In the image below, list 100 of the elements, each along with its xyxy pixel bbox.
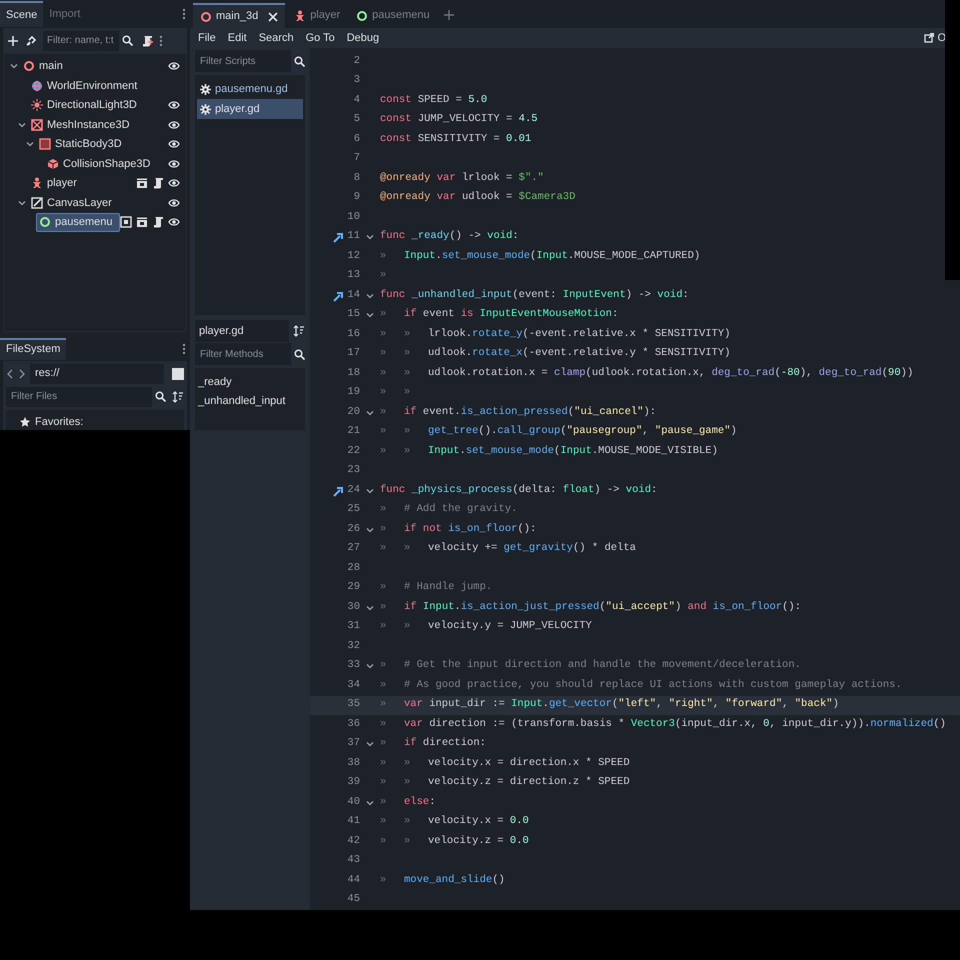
- code-line: # Add the gravity.: [404, 502, 518, 518]
- eye-icon[interactable]: [168, 196, 180, 209]
- eye-icon[interactable]: [168, 216, 180, 228]
- method-item[interactable]: _ready: [198, 374, 302, 390]
- script-item[interactable]: pausemenu.gd: [197, 79, 303, 99]
- filter-field[interactable]: Filter Scripts: [195, 50, 291, 72]
- code-line: velocity.x = direction.x * SPEED: [428, 756, 630, 771]
- tree-item[interactable]: MeshInstance3D: [28, 115, 137, 134]
- eye-icon[interactable]: [168, 138, 180, 150]
- code-line: func _ready() -> void:: [380, 229, 519, 244]
- chevron-down-icon[interactable]: [366, 662, 374, 670]
- line-number: 41: [346, 814, 360, 830]
- override-arrow-icon[interactable]: [332, 484, 344, 497]
- line-number: 2: [352, 54, 360, 69]
- code-line: # Handle jump.: [404, 580, 492, 596]
- chevron-down-icon[interactable]: [10, 62, 18, 70]
- editor-tab[interactable]: pausemenu: [349, 3, 437, 28]
- line-number: 38: [346, 756, 360, 771]
- line-number: 17: [346, 346, 360, 362]
- eye-icon[interactable]: [168, 99, 180, 112]
- tab-marker: »: [404, 620, 410, 632]
- chevron-down-icon[interactable]: [18, 120, 26, 129]
- tab-marker: »: [404, 366, 410, 379]
- line-number: 7: [352, 151, 360, 166]
- tree-item[interactable]: DirectionalLight3D: [28, 96, 144, 115]
- chevron-down-icon[interactable]: [366, 604, 374, 612]
- tab-marker: »: [380, 425, 386, 438]
- tab-marker: »: [380, 503, 386, 516]
- back-icon: [6, 368, 14, 378]
- tab-marker: »: [380, 522, 386, 535]
- menu-item[interactable]: Search: [258, 30, 294, 46]
- tab-marker: »: [380, 581, 386, 594]
- square-icon: [172, 368, 184, 380]
- chevron-down-icon[interactable]: [366, 798, 374, 807]
- chevron-down-icon[interactable]: [366, 740, 374, 748]
- tree-item[interactable]: CollisionShape3D: [44, 154, 158, 174]
- code-line: if event is InputEventMouseMotion:: [404, 307, 618, 322]
- code-line: if not is_on_floor():: [404, 522, 536, 537]
- path-field[interactable]: res://: [30, 364, 164, 384]
- code-line: velocity.z = direction.z * SPEED: [428, 775, 630, 790]
- line-number: 16: [346, 326, 360, 342]
- dock-tab[interactable]: Scene: [0, 0, 44, 27]
- chevron-down-icon[interactable]: [366, 311, 374, 320]
- tree-item[interactable]: WorldEnvironment: [28, 76, 144, 96]
- current-file-label: player.gd: [195, 320, 289, 342]
- menu-item[interactable]: Edit: [228, 30, 247, 46]
- line-number: 42: [346, 834, 360, 849]
- line-number: 45: [346, 892, 360, 908]
- tab-marker: »: [380, 542, 386, 554]
- filter-field[interactable]: Filter: name, t:t: [43, 30, 119, 51]
- tab-marker: »: [404, 386, 410, 398]
- filter-field[interactable]: Filter Files: [6, 386, 152, 406]
- scroll-add-icon: [141, 34, 153, 47]
- method-item[interactable]: _unhandled_input: [198, 393, 302, 409]
- tree-item[interactable]: main: [20, 56, 70, 76]
- line-number: 19: [346, 385, 360, 400]
- chevron-down-icon[interactable]: [366, 486, 374, 495]
- tab-marker: »: [380, 600, 386, 613]
- editor-tab[interactable]: player: [287, 3, 348, 28]
- code-line: Input.set_mouse_mode(Input.MOUSE_MODE_CAPTURED): [404, 248, 700, 264]
- eye-icon[interactable]: [168, 60, 180, 72]
- search-icon: [122, 35, 133, 46]
- chevron-down-icon[interactable]: [366, 408, 374, 417]
- tab-marker: »: [404, 444, 410, 457]
- tree-item[interactable]: pausemenu: [36, 212, 120, 232]
- editor-tab[interactable]: main_3d: [193, 3, 286, 28]
- menu-item[interactable]: Debug: [346, 30, 380, 46]
- kebab-menu-icon: [182, 8, 186, 20]
- tab-marker: »: [380, 737, 386, 750]
- line-number: 26: [346, 522, 360, 537]
- override-arrow-icon[interactable]: [332, 290, 344, 302]
- chevron-down-icon[interactable]: [366, 292, 374, 300]
- line-number: 5: [352, 112, 360, 128]
- tab-marker: »: [380, 815, 386, 828]
- line-number: 24: [346, 482, 360, 498]
- menu-item[interactable]: File: [198, 30, 216, 46]
- tab-marker: »: [380, 834, 386, 847]
- tree-item[interactable]: player: [28, 174, 84, 193]
- chevron-down-icon[interactable]: [18, 198, 26, 207]
- line-number: 32: [346, 638, 360, 654]
- dock-tab[interactable]: FileSystem: [0, 338, 66, 360]
- override-arrow-icon[interactable]: [332, 231, 344, 244]
- line-number: 12: [346, 248, 360, 264]
- external-link-icon: [924, 33, 934, 43]
- eye-icon[interactable]: [168, 177, 180, 190]
- line-number: 27: [346, 541, 360, 556]
- code-line: func _physics_process(delta: float) -> void:: [380, 482, 658, 498]
- chevron-down-icon[interactable]: [366, 233, 374, 242]
- tree-item[interactable]: StaticBody3D: [36, 134, 129, 154]
- chevron-down-icon[interactable]: [366, 526, 374, 534]
- plus-icon: [7, 34, 19, 47]
- chevron-down-icon[interactable]: [26, 140, 34, 148]
- filter-field[interactable]: Filter Methods: [195, 343, 291, 365]
- eye-icon[interactable]: [168, 158, 180, 170]
- script-item[interactable]: player.gd: [197, 99, 303, 119]
- line-number: 39: [346, 775, 360, 790]
- eye-icon[interactable]: [168, 118, 180, 131]
- tree-item[interactable]: CanvasLayer: [28, 193, 119, 212]
- menu-item[interactable]: Go To: [306, 30, 335, 46]
- search-icon: [294, 348, 305, 360]
